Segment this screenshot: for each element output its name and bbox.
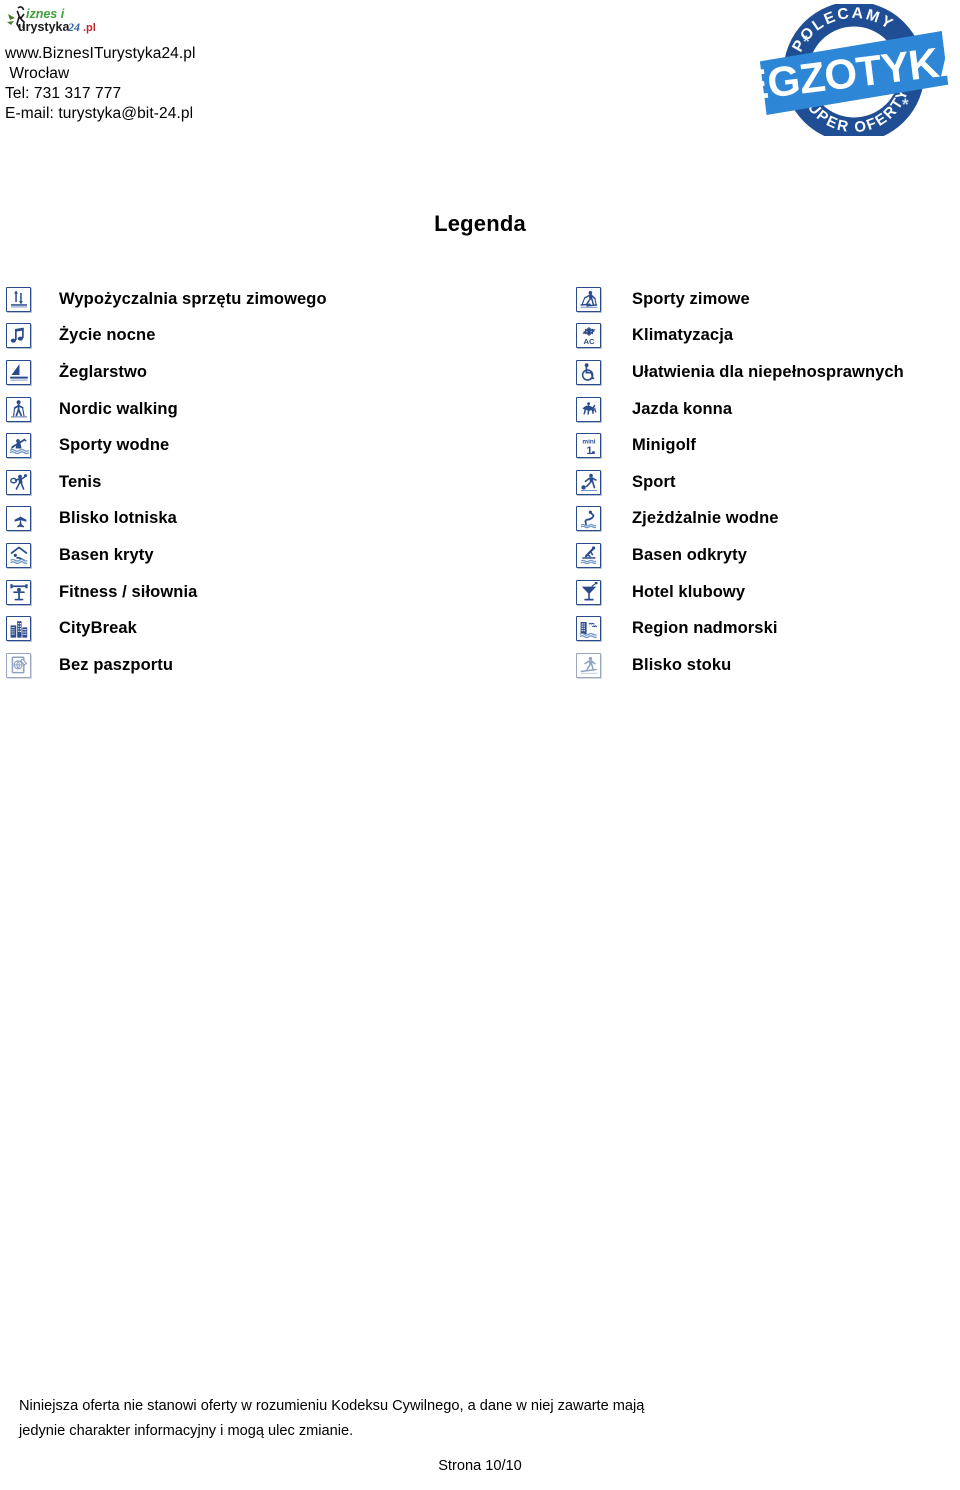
legend-row: Fitness / siłownia <box>6 574 566 611</box>
legend-row: mini 1 Minigolf <box>576 427 960 464</box>
legend-label: Życie nocne <box>59 326 156 345</box>
legend-label: Ułatwienia dla niepełnosprawnych <box>632 362 904 381</box>
legend-right-column: Sporty zimowe AC Klimatyzacja Ułatwienia… <box>576 281 960 684</box>
legend-label: Minigolf <box>632 436 697 455</box>
disclaimer-line-1: Niniejsza oferta nie stanowi oferty w ro… <box>19 1398 645 1414</box>
legend-label: Sporty wodne <box>59 436 170 455</box>
biznes-i-turystyka-logo: iznes i urystyka 24 .pl <box>6 4 102 38</box>
wheelchair-access-icon <box>576 359 601 385</box>
svg-text:24: 24 <box>67 20 80 34</box>
city-name: Wrocław <box>5 65 70 82</box>
phone-number: Tel: 731 317 777 <box>5 85 122 102</box>
legend-label: Fitness / siłownia <box>59 582 198 601</box>
legend-row: Nordic walking <box>6 391 566 428</box>
legend-row: Sporty wodne <box>6 427 566 464</box>
svg-text:AC: AC <box>583 337 594 346</box>
nightlife-music-icon <box>6 323 31 349</box>
legend-row: Zjeżdżalnie wodne <box>576 501 960 538</box>
legend-label: Basen odkryty <box>632 545 748 564</box>
legend-label: Tenis <box>59 472 102 491</box>
legend-label: Basen kryty <box>59 545 154 564</box>
no-passport-icon <box>6 652 31 678</box>
contact-info: www.BiznesITurystyka24.pl Wrocław Tel: 7… <box>5 44 196 124</box>
legend-row: Blisko lotniska <box>6 501 566 538</box>
sport-football-icon <box>576 469 601 495</box>
water-sports-kayak-icon <box>6 433 31 459</box>
disclaimer-line-2: jedynie charakter informacyjny i mogą ul… <box>19 1423 354 1439</box>
near-slope-icon <box>576 652 601 678</box>
legend-label: CityBreak <box>59 619 137 638</box>
sailing-boat-icon <box>6 359 31 385</box>
svg-text:.pl: .pl <box>83 22 96 34</box>
indoor-pool-icon <box>6 542 31 568</box>
nordic-walking-icon <box>6 396 31 422</box>
water-slide-icon <box>576 506 601 532</box>
legend-label: Sporty zimowe <box>632 289 750 308</box>
svg-text:1: 1 <box>586 445 592 456</box>
legend-row: Basen kryty <box>6 537 566 574</box>
legend-label: Zjeżdżalnie wodne <box>632 509 779 528</box>
horse-riding-icon <box>576 396 601 422</box>
legend-left-column: Wypożyczalnia sprzętu zimowego Życie noc… <box>6 281 566 684</box>
legend-label: Nordic walking <box>59 399 178 418</box>
legend-label: Żeglarstwo <box>59 362 148 381</box>
legend-row: Hotel klubowy <box>576 574 960 611</box>
page-number: Strona 10/10 <box>438 1458 522 1474</box>
outdoor-pool-icon <box>576 542 601 568</box>
website-url: www.BiznesITurystyka24.pl <box>5 45 196 62</box>
svg-text:iznes i: iznes i <box>26 7 65 21</box>
legend-row: AC Klimatyzacja <box>576 318 960 355</box>
legend-label: Hotel klubowy <box>632 582 746 601</box>
fitness-gym-icon <box>6 579 31 605</box>
legend-row: Basen odkryty <box>576 537 960 574</box>
legend-label: Bez paszportu <box>59 655 174 674</box>
seaside-region-icon <box>576 616 601 642</box>
legend-label: Blisko lotniska <box>59 509 177 528</box>
legend-row: Sporty zimowe <box>576 281 960 318</box>
legend-row: Sport <box>576 464 960 501</box>
legend-label: Sport <box>632 472 676 491</box>
disclaimer-text: Niniejsza oferta nie stanowi oferty w ro… <box>19 1394 919 1444</box>
legend-row: Ułatwienia dla niepełnosprawnych <box>576 354 960 391</box>
legend-row: Bez paszportu <box>6 647 566 684</box>
page-header: iznes i urystyka 24 .pl www.BiznesITurys… <box>0 0 960 150</box>
legend-row: Jazda konna <box>576 391 960 428</box>
email-address: E-mail: turystyka@bit-24.pl <box>5 105 194 122</box>
legend-label: Wypożyczalnia sprzętu zimowego <box>59 289 327 308</box>
legend-label: Jazda konna <box>632 399 733 418</box>
minigolf-icon: mini 1 <box>576 433 601 459</box>
legend-row: Życie nocne <box>6 318 566 355</box>
legend-label: Blisko stoku <box>632 655 732 674</box>
tennis-icon <box>6 469 31 495</box>
legend-row: CityBreak <box>6 610 566 647</box>
egzotyka-recommendation-stamp: * * * * POLECAMY SUPER OFERTY EGZOTYKA <box>737 1 960 143</box>
legend-row: Wypożyczalnia sprzętu zimowego <box>6 281 566 318</box>
airplane-icon <box>6 506 31 532</box>
air-conditioning-icon: AC <box>576 323 601 349</box>
city-buildings-icon <box>6 616 31 642</box>
legend-row: Blisko stoku <box>576 647 960 684</box>
legend-row: Tenis <box>6 464 566 501</box>
legend-row: Region nadmorski <box>576 610 960 647</box>
page-title: Legenda <box>434 211 526 236</box>
legend-row: Żeglarstwo <box>6 354 566 391</box>
legend-label: Klimatyzacja <box>632 326 734 345</box>
svg-text:urystyka: urystyka <box>18 20 70 34</box>
ski-rental-icon <box>6 286 31 312</box>
legend-label: Region nadmorski <box>632 619 778 638</box>
cocktail-glass-icon <box>576 579 601 605</box>
winter-sports-icon <box>576 286 601 312</box>
